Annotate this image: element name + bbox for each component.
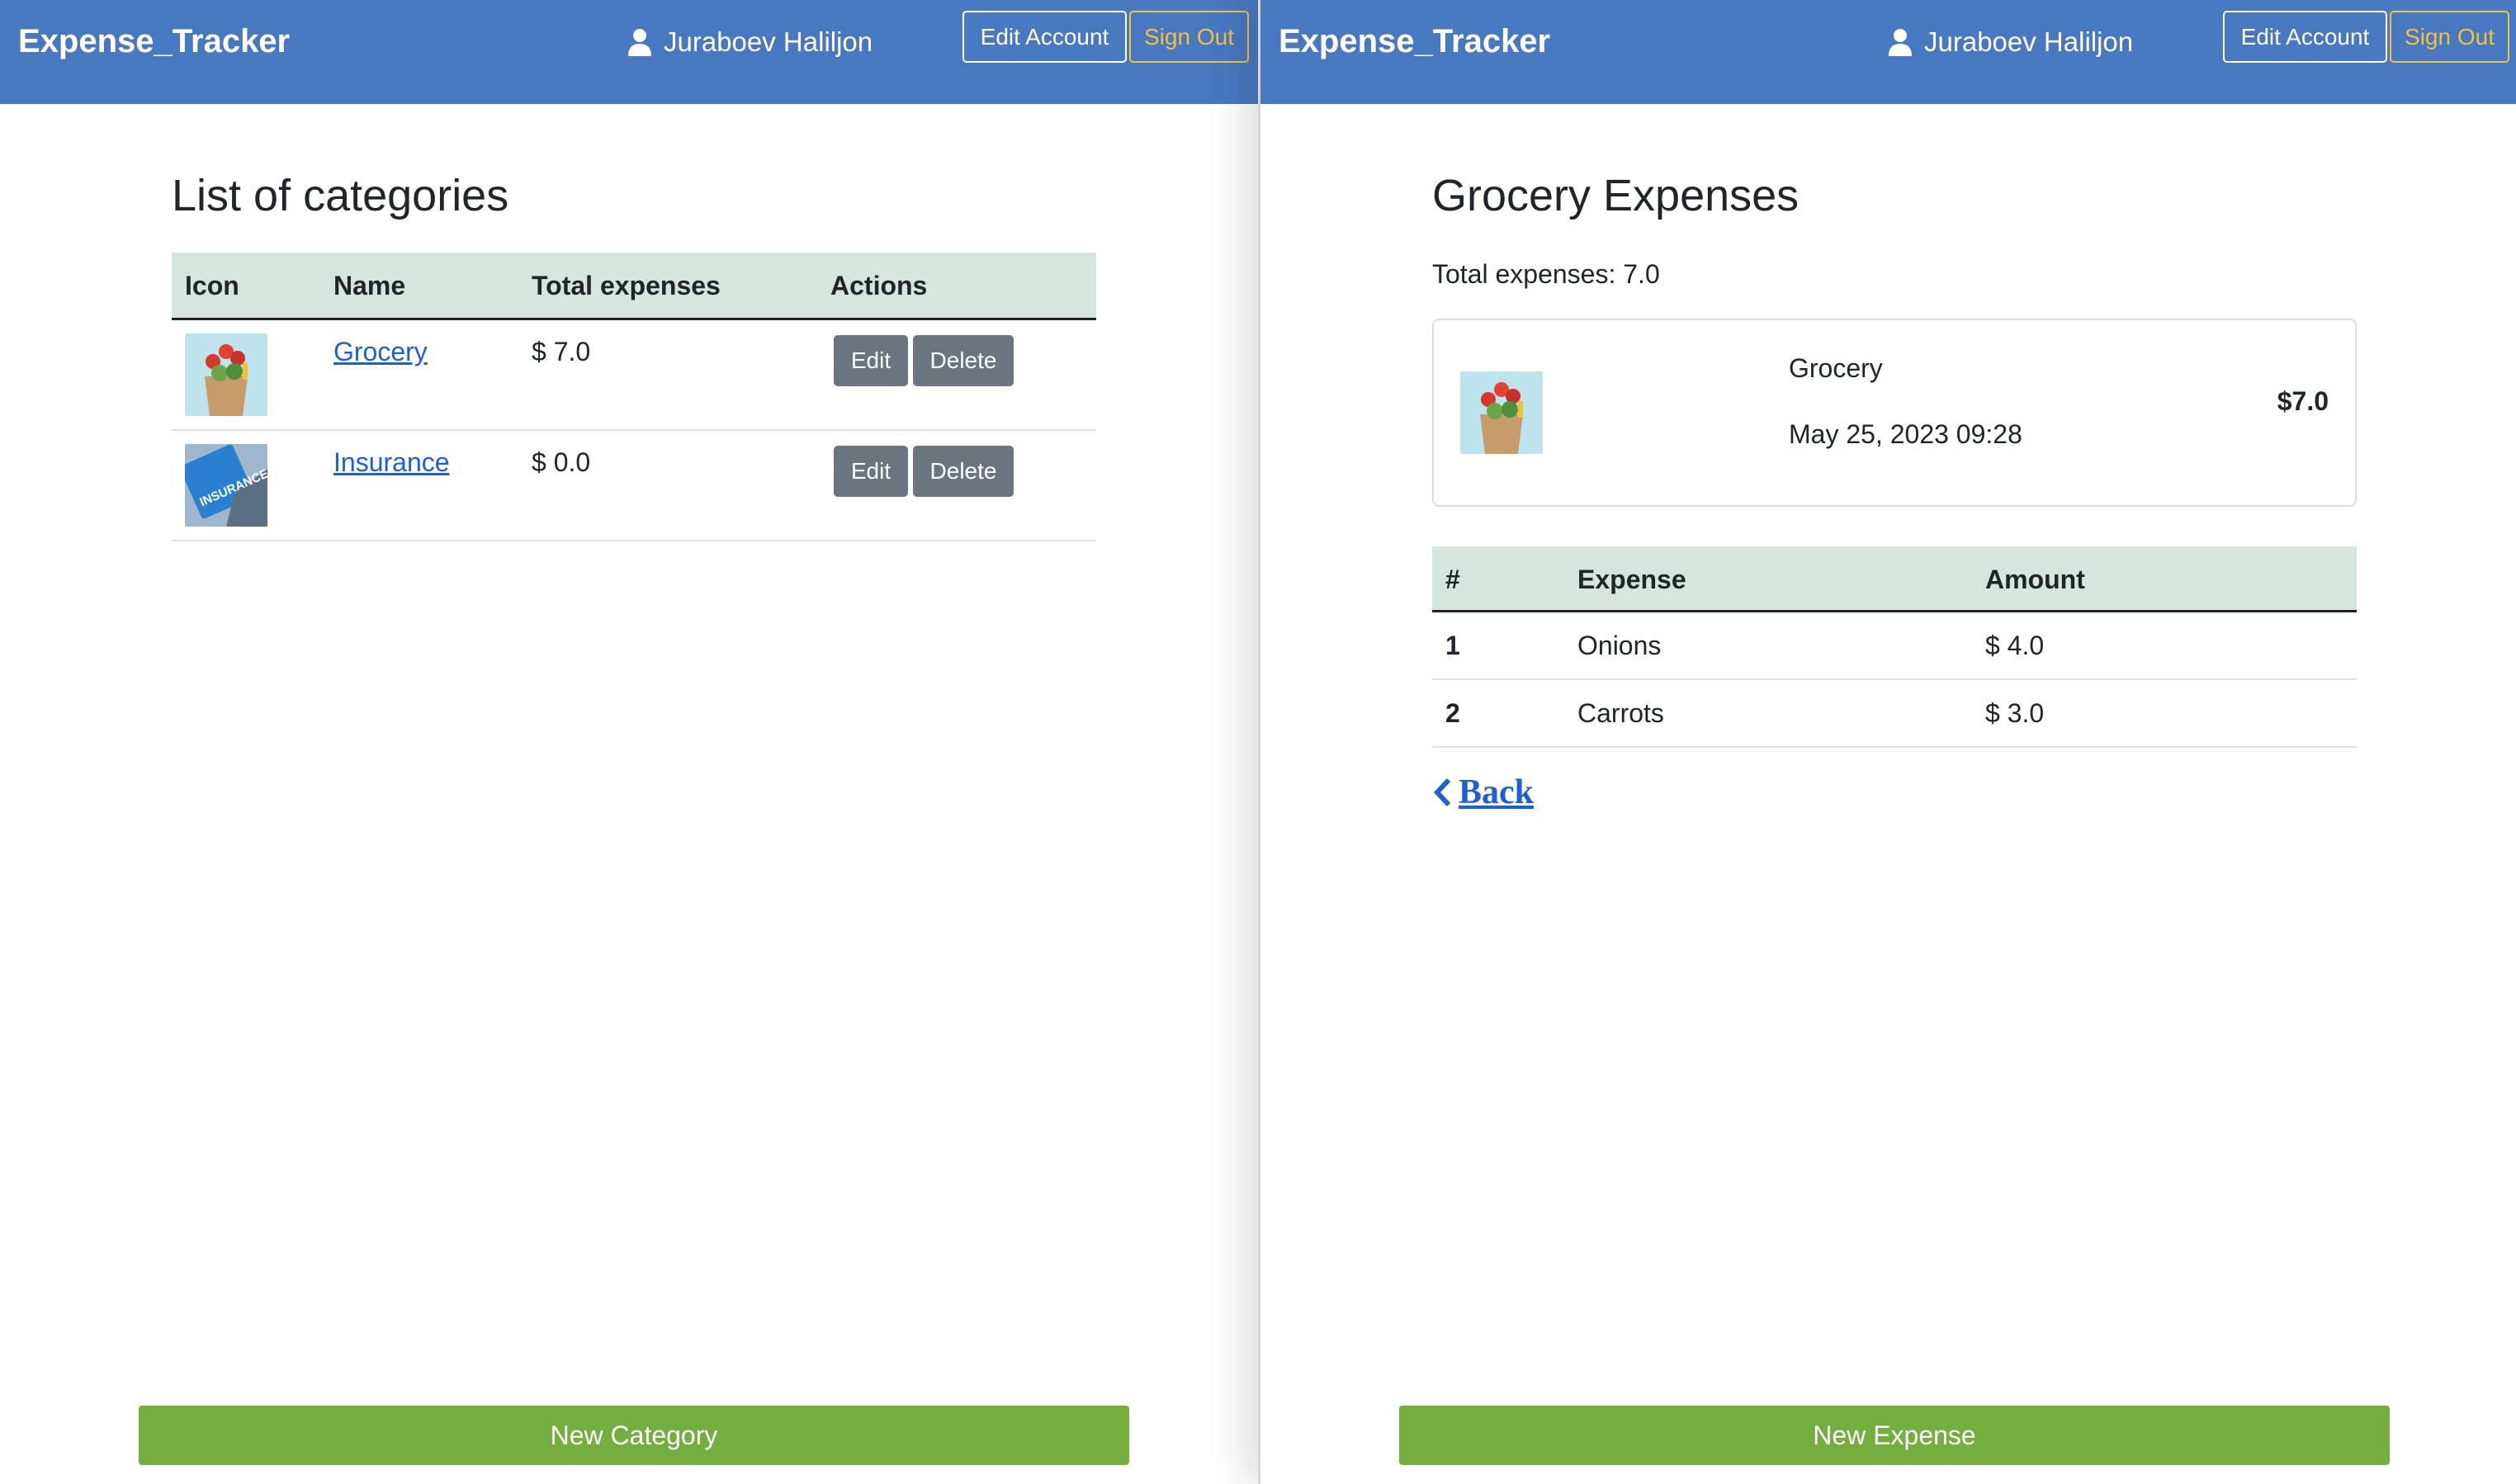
table-row: Grocery $ 7.0 Edit Delete	[172, 320, 1096, 431]
user-icon	[628, 29, 651, 56]
category-name-text[interactable]: Insurance	[333, 447, 450, 477]
expenses-table: # Expense Amount 1 Onions $ 4.0 2 Carrot…	[1432, 546, 2357, 748]
back-link[interactable]: Back	[1432, 773, 1534, 812]
edit-account-button[interactable]: Edit Account	[2223, 11, 2387, 63]
column-header-number: #	[1445, 565, 1460, 594]
column-header-total: Total expenses	[532, 271, 721, 300]
sign-out-button[interactable]: Sign Out	[2390, 11, 2509, 63]
expense-name: Onions	[1577, 631, 1662, 660]
grocery-bag-image	[185, 333, 267, 416]
table-row: 1 Onions $ 4.0	[1432, 612, 2357, 680]
column-header-actions: Actions	[830, 271, 928, 300]
sign-out-button[interactable]: Sign Out	[1129, 11, 1249, 63]
column-header-expense: Expense	[1577, 565, 1686, 594]
table-row: 2 Carrots $ 3.0	[1432, 680, 2357, 748]
user-name: Juraboev Haliljon	[1924, 26, 2134, 57]
table-header: # Expense Amount	[1432, 546, 2357, 612]
edit-account-button[interactable]: Edit Account	[962, 11, 1127, 63]
brand-link[interactable]: Expense_Tracker	[1279, 23, 1550, 60]
card-date: May 25, 2023 09:28	[1789, 419, 2022, 449]
delete-category-button[interactable]: Delete	[913, 446, 1014, 497]
categories-window: Expense_Tracker Juraboev Haliljon Edit A…	[0, 0, 1258, 1484]
chevron-left-icon	[1433, 777, 1451, 807]
navbar: Expense_Tracker Juraboev Haliljon Edit A…	[1260, 0, 2516, 104]
expenses-window: Expense_Tracker Juraboev Haliljon Edit A…	[1258, 0, 2516, 1484]
column-header-name: Name	[333, 271, 406, 300]
categories-table: Icon Name Total expenses Actions Grocery…	[172, 253, 1096, 541]
row-number: 1	[1445, 631, 1460, 660]
category-name-text[interactable]: Grocery	[333, 337, 428, 366]
expense-name: Carrots	[1577, 698, 1664, 728]
brand-link[interactable]: Expense_Tracker	[18, 23, 290, 60]
delete-category-button[interactable]: Delete	[913, 335, 1014, 386]
navbar: Expense_Tracker Juraboev Haliljon Edit A…	[0, 0, 1258, 104]
category-summary-card: Grocery May 25, 2023 09:28 $7.0	[1432, 319, 2357, 507]
expense-amount: $ 3.0	[1985, 698, 2045, 728]
new-category-button[interactable]: New Category	[139, 1406, 1129, 1465]
expense-amount: $ 4.0	[1985, 631, 2045, 660]
user-info: Juraboev Haliljon	[1888, 26, 2133, 58]
category-total: $ 7.0	[532, 337, 591, 366]
column-header-icon: Icon	[185, 271, 239, 300]
edit-category-button[interactable]: Edit	[834, 446, 908, 497]
category-total: $ 0.0	[532, 447, 591, 477]
user-name: Juraboev Haliljon	[664, 26, 873, 57]
new-expense-button[interactable]: New Expense	[1399, 1406, 2390, 1465]
column-header-amount: Amount	[1985, 565, 2085, 594]
back-label[interactable]: Back	[1459, 773, 1534, 812]
grocery-bag-image	[1460, 371, 1543, 454]
page-title: Grocery Expenses	[1432, 171, 1800, 220]
card-category-name: Grocery	[1789, 353, 1883, 383]
table-row: INSURANCE Insurance $ 0.0 Edit Delete	[172, 431, 1096, 541]
screen: Expense_Tracker Juraboev Haliljon Edit A…	[0, 0, 2516, 1484]
category-name-link[interactable]: Grocery	[333, 337, 428, 367]
edit-category-button[interactable]: Edit	[834, 335, 908, 386]
user-icon	[1889, 29, 1912, 56]
row-number: 2	[1445, 698, 1460, 728]
user-info: Juraboev Haliljon	[627, 26, 873, 58]
category-name-link[interactable]: Insurance	[333, 447, 450, 478]
page-title: List of categories	[172, 171, 509, 220]
insurance-sign-image: INSURANCE	[185, 444, 267, 527]
table-header: Icon Name Total expenses Actions	[172, 253, 1096, 320]
total-expenses-text: Total expenses: 7.0	[1432, 259, 1660, 289]
card-amount: $7.0	[2277, 386, 2329, 416]
